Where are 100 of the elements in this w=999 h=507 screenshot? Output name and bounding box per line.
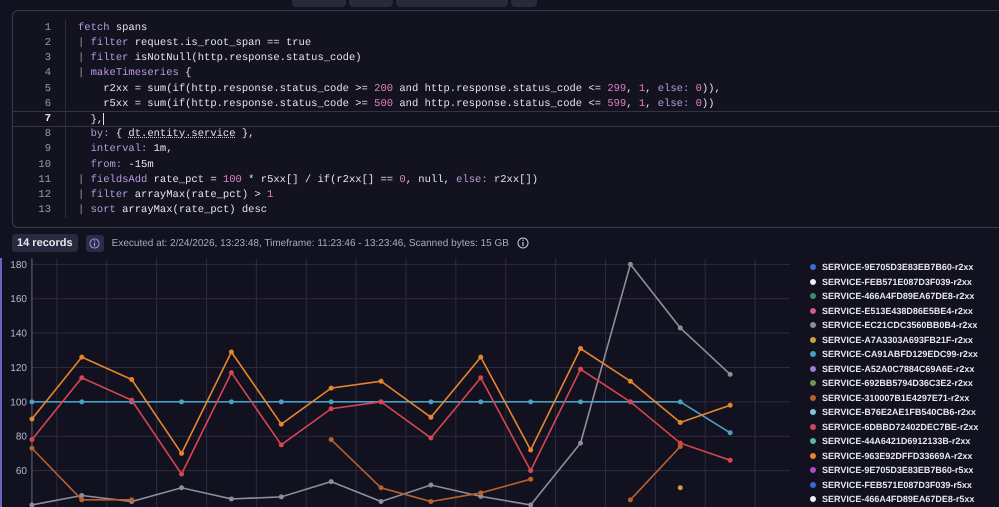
legend-item[interactable]: SERVICE-FEB571E087D3F039-r5xx <box>810 478 999 492</box>
legend-label: SERVICE-44A6421D6912133B-r2xx <box>822 436 970 446</box>
data-point <box>428 435 434 440</box>
data-point <box>29 502 34 507</box>
legend-label: SERVICE-B76E2AE1FB540CB6-r2xx <box>822 407 976 418</box>
data-point <box>328 479 334 484</box>
data-point <box>678 485 683 490</box>
data-point <box>578 346 584 352</box>
code-editor[interactable] <box>12 10 999 228</box>
data-point <box>378 378 384 384</box>
data-point <box>578 399 584 404</box>
data-point <box>528 502 534 507</box>
legend-item[interactable]: SERVICE-6DBBD72402DEC7BE-r2xx <box>810 420 999 434</box>
legend-item[interactable]: SERVICE-EC21CDC3560BB0B4-r2xx <box>810 318 999 332</box>
legend-item[interactable]: SERVICE-E513E438D86E5BE4-r2xx <box>810 304 999 318</box>
data-point <box>179 472 184 477</box>
data-point <box>428 399 434 404</box>
line-number: 11 <box>37 174 52 186</box>
data-point <box>378 499 384 504</box>
data-point <box>29 446 34 451</box>
toolbar-button[interactable] <box>511 0 537 7</box>
data-point <box>278 399 284 404</box>
legend-label: SERVICE-FEB571E087D3F039-r2xx <box>822 276 972 287</box>
data-point <box>179 485 184 490</box>
legend-label: SERVICE-A52A0C7884C69A6E-r2xx <box>822 364 974 374</box>
code-line: | filter request.is_root_span == true <box>78 37 312 50</box>
data-point <box>728 402 733 408</box>
legend-item[interactable]: SERVICE-9E705D3E83EB7B60-r2xx <box>810 260 999 274</box>
toolbar-button[interactable] <box>349 0 393 7</box>
legend-label: SERVICE-E513E438D86E5BE4-r2xx <box>822 306 973 316</box>
data-point <box>328 386 334 391</box>
legend-item[interactable]: SERVICE-310007B1E4297E71-r2xx <box>810 390 999 405</box>
data-point <box>628 262 633 267</box>
legend-item[interactable]: SERVICE-466A4FD89EA67DE8-r5xx <box>810 492 999 506</box>
legend-label: SERVICE-692BB5794D36C3E2-r2xx <box>822 378 973 388</box>
axis-tick-label: 120 <box>10 362 27 374</box>
toolbar-button[interactable] <box>396 0 508 7</box>
data-point <box>728 372 733 377</box>
data-point <box>678 420 683 425</box>
data-point <box>628 497 633 502</box>
line-number: 4 <box>44 67 52 80</box>
data-point <box>628 378 633 384</box>
legend-label: SERVICE-A7A3303A693FB21F-r2xx <box>822 334 973 345</box>
legend-item[interactable]: SERVICE-A52A0C7884C69A6E-r2xx <box>810 362 999 376</box>
legend-item[interactable]: SERVICE-466A4FD89EA67DE8-r2xx <box>810 289 999 304</box>
data-point <box>228 496 234 502</box>
data-point <box>29 399 34 404</box>
axis-tick-label: 80 <box>16 432 27 443</box>
line-number: 7 <box>44 113 52 125</box>
data-point <box>528 447 534 452</box>
data-point <box>528 468 534 474</box>
axis-tick-label: 160 <box>10 294 27 306</box>
axis-tick-label: 140 <box>10 328 27 340</box>
data-point <box>428 414 434 420</box>
legend-item[interactable]: SERVICE-A7A3303A693FB21F-r2xx <box>810 332 999 347</box>
data-point <box>79 375 84 380</box>
legend-item[interactable]: SERVICE-FEB571E087D3F039-r2xx <box>810 274 999 289</box>
data-point <box>228 399 234 404</box>
line-number: 3 <box>44 52 52 64</box>
legend-item[interactable]: SERVICE-692BB5794D36C3E2-r2xx <box>810 376 999 390</box>
legend-item[interactable]: SERVICE-CA91ABFD129EDC99-r2xx <box>810 347 999 362</box>
legend-item[interactable]: SERVICE-963E92DFFD33669A-r2xx <box>810 448 999 463</box>
line-number: 9 <box>44 143 52 156</box>
legend-item[interactable]: SERVICE-44A6421D6912133B-r2xx <box>810 434 999 448</box>
data-point <box>578 366 584 372</box>
data-point <box>29 416 34 422</box>
execution-info: Executed at: 2/24/2026, 13:23:48, Timeframe: 11:23:46 - 13:23:46, Scanned bytes: 15 GB <box>112 238 509 248</box>
line-number: 2 <box>44 37 52 50</box>
axis-tick-label: 100 <box>10 397 27 408</box>
legend-item[interactable]: SERVICE-9E705D3E83EB7B60-r5xx <box>810 463 999 478</box>
data-point <box>728 458 733 463</box>
data-point <box>179 399 184 404</box>
data-point <box>578 440 584 446</box>
records-count: 14 records <box>12 234 78 252</box>
data-point <box>278 442 284 448</box>
data-point <box>478 399 484 404</box>
data-point <box>179 450 184 456</box>
code-line: by: { dt.entity.service }, <box>90 128 254 140</box>
data-point <box>728 430 733 436</box>
legend-label: SERVICE-CA91ABFD129EDC99-r2xx <box>822 349 978 360</box>
data-point <box>428 482 434 488</box>
axis-tick-label: 180 <box>10 260 27 271</box>
data-point <box>328 399 334 404</box>
code-line: interval: 1m, <box>90 143 173 156</box>
code-line: r2xx = sum(if(http.response.status_code >= 200 and http.response.status_code <= 299, 1, else: 0)), <box>102 82 721 95</box>
data-point <box>378 485 384 490</box>
code-line: r5xx = sum(if(http.response.status_code >= 500 and http.response.status_code <= 599, 1, else: 0)) <box>102 98 714 110</box>
data-point <box>428 499 434 504</box>
legend-label: SERVICE-310007B1E4297E71-r2xx <box>822 392 970 403</box>
toolbar-button[interactable] <box>292 0 346 7</box>
data-point <box>29 437 34 442</box>
data-point <box>478 354 484 360</box>
info-button[interactable] <box>86 234 104 252</box>
data-point <box>79 354 84 360</box>
line-number: 1 <box>44 22 52 34</box>
legend-item[interactable]: SERVICE-B76E2AE1FB540CB6-r2xx <box>810 405 999 420</box>
code-line: | makeTimeseries { <box>78 67 192 80</box>
data-point <box>328 437 334 442</box>
info-icon <box>516 237 529 249</box>
data-point <box>528 476 534 482</box>
